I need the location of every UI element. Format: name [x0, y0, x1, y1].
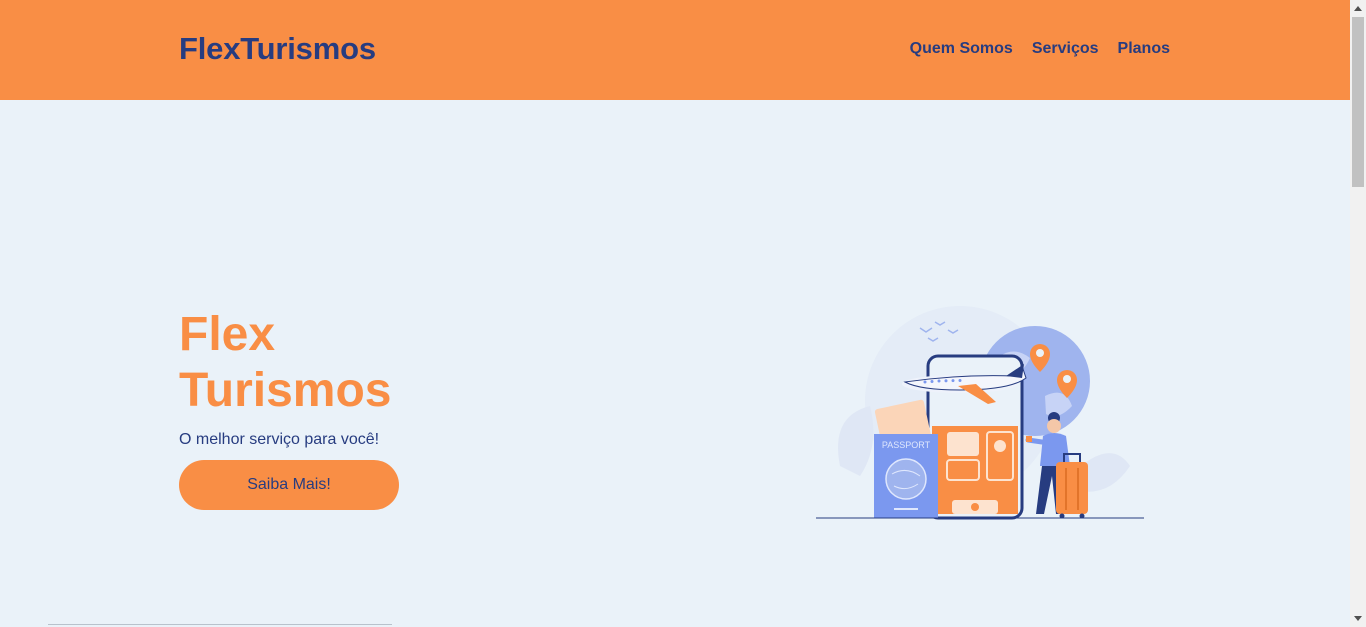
vertical-scrollbar[interactable] — [1350, 0, 1366, 627]
hero-subtitle: O melhor serviço para você! — [179, 431, 380, 448]
site-logo[interactable]: FlexTurismos — [179, 31, 376, 67]
scroll-up-icon[interactable] — [1350, 0, 1366, 16]
nav-link-quem-somos[interactable]: Quem Somos — [910, 40, 1013, 58]
hero-title-line2: Turismos — [179, 364, 392, 417]
main-nav: Quem Somos Serviços Planos — [891, 40, 1170, 58]
saiba-mais-button[interactable]: Saiba Mais! — [179, 460, 399, 510]
nav-link-servicos[interactable]: Serviços — [1032, 40, 1099, 58]
scrollbar-thumb[interactable] — [1352, 17, 1364, 187]
hero-title: Flex Turismos — [179, 307, 479, 419]
horizontal-scrollbar-hint — [48, 624, 392, 625]
passport-icon: PASSPORT — [874, 434, 938, 518]
travel-illustration: PASSPORT — [810, 286, 1150, 546]
svg-text:PASSPORT: PASSPORT — [882, 440, 931, 450]
suitcase-icon — [1056, 453, 1088, 519]
hero-title-line1: Flex — [179, 308, 276, 361]
scroll-down-icon[interactable] — [1350, 611, 1366, 627]
nav-link-planos[interactable]: Planos — [1118, 40, 1170, 58]
site-header: FlexTurismos Quem Somos Serviços Planos — [0, 0, 1350, 100]
